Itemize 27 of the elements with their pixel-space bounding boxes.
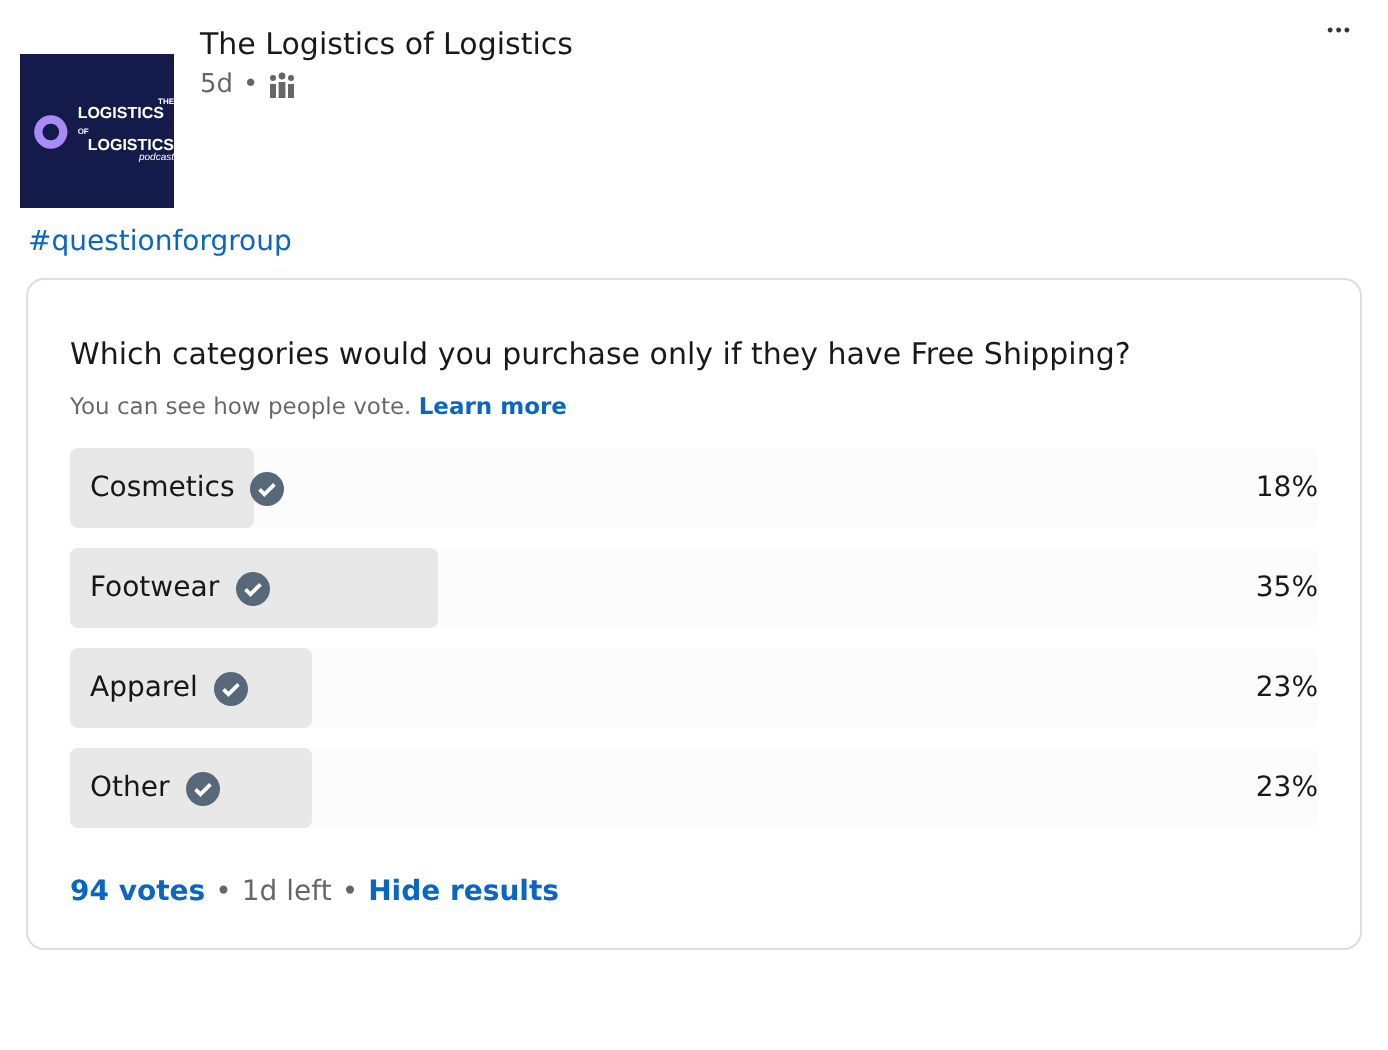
check-icon [235, 571, 270, 605]
votes-link[interactable]: 94 votes [70, 876, 206, 908]
poll-note: You can see how people vote. Learn more [70, 392, 569, 420]
option-label: Other [90, 772, 170, 804]
poll-question: Which categories would you purchase only if they have Free Shipping? [70, 334, 1133, 376]
separator-dot: • [215, 876, 232, 908]
check-icon [185, 771, 220, 805]
option-percent: 23% [1255, 772, 1318, 804]
author-name[interactable]: The Logistics of Logistics [200, 26, 573, 62]
group-icon [268, 72, 297, 98]
hide-results-link[interactable]: Hide results [368, 876, 560, 908]
check-icon [250, 471, 285, 505]
option-label: Apparel [90, 672, 198, 704]
learn-more-link[interactable]: Learn more [418, 392, 567, 420]
pin-icon [30, 109, 72, 153]
check-icon [213, 671, 248, 705]
option-percent: 23% [1255, 672, 1318, 704]
option-percent: 35% [1255, 572, 1318, 604]
more-options-button[interactable]: ••• [1327, 20, 1352, 40]
option-label: Footwear [90, 572, 220, 604]
hashtag-link[interactable]: #questionforgroup [28, 226, 1362, 258]
time-left: 1d left [241, 876, 332, 908]
separator-dot: • [243, 70, 259, 100]
post-age: 5d [200, 70, 234, 100]
option-percent: 18% [1255, 472, 1318, 504]
option-label: Cosmetics [90, 472, 235, 504]
separator-dot: • [341, 876, 359, 908]
